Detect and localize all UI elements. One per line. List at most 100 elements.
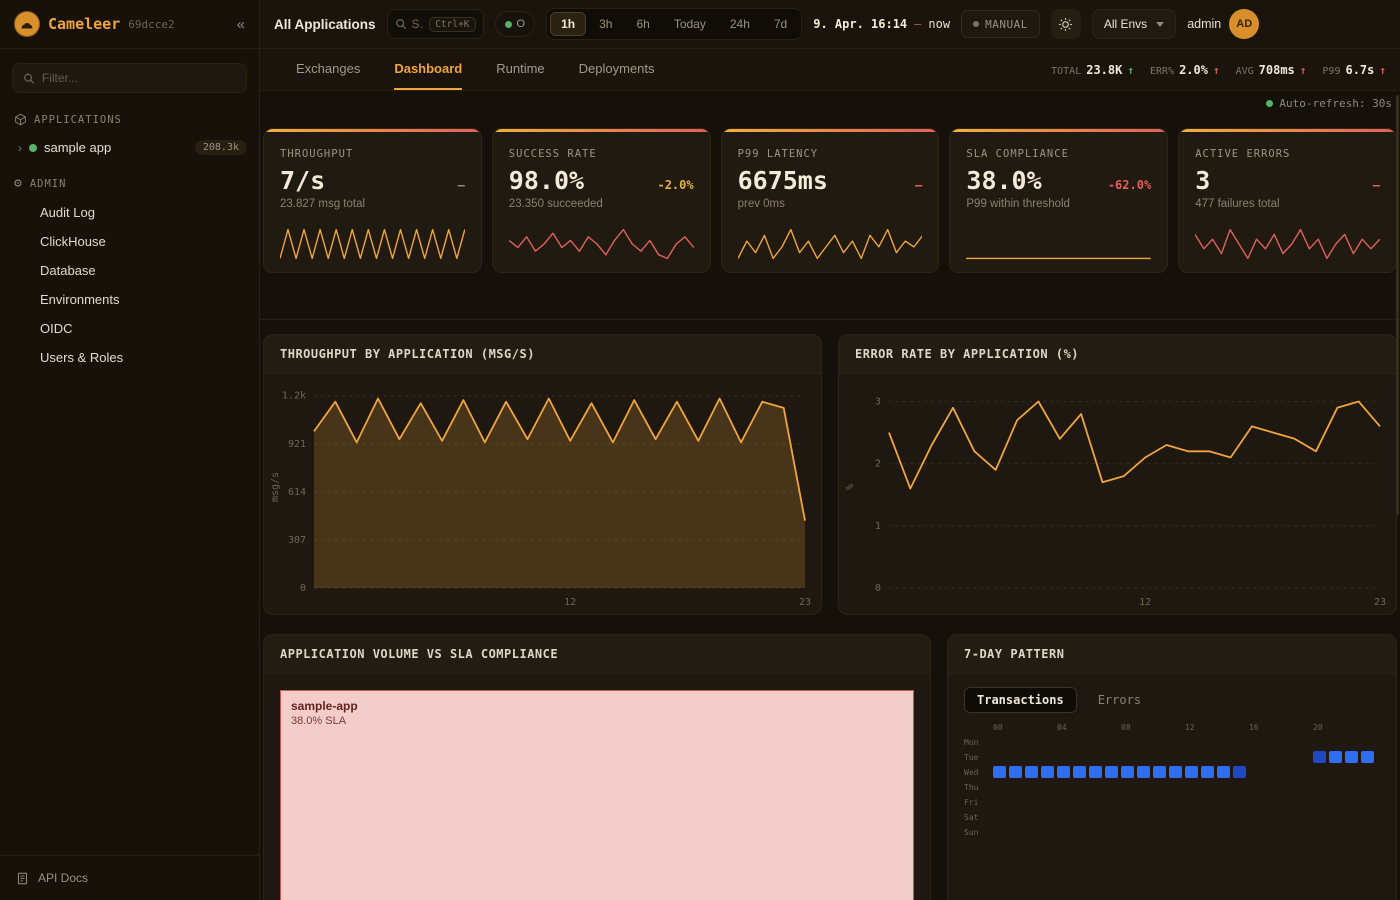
heatmap-cell[interactable] bbox=[1201, 811, 1214, 823]
heatmap-cell[interactable] bbox=[1185, 811, 1198, 823]
heatmap-cell[interactable] bbox=[1073, 781, 1086, 793]
heatmap-cell[interactable] bbox=[1057, 751, 1070, 763]
sidebar-item-database[interactable]: Database bbox=[0, 256, 259, 285]
heatmap-cell[interactable] bbox=[1201, 796, 1214, 808]
range-1h[interactable]: 1h bbox=[550, 12, 586, 36]
heatmap-cell[interactable] bbox=[1233, 811, 1246, 823]
heatmap-cell[interactable] bbox=[1121, 736, 1134, 748]
heatmap-cell[interactable] bbox=[1137, 766, 1150, 778]
tab-transactions[interactable]: Transactions bbox=[964, 687, 1077, 713]
heatmap-cell[interactable] bbox=[1089, 796, 1102, 808]
heatmap-cell[interactable] bbox=[1201, 781, 1214, 793]
heatmap-cell[interactable] bbox=[1265, 811, 1278, 823]
heatmap-cell[interactable] bbox=[1073, 811, 1086, 823]
heatmap-cell[interactable] bbox=[1249, 811, 1262, 823]
heatmap-cell[interactable] bbox=[1345, 766, 1358, 778]
range-today[interactable]: Today bbox=[663, 12, 717, 36]
heatmap-cell[interactable] bbox=[1265, 751, 1278, 763]
heatmap-cell[interactable] bbox=[1153, 811, 1166, 823]
heatmap-cell[interactable] bbox=[1073, 826, 1086, 838]
range-7d[interactable]: 7d bbox=[763, 12, 798, 36]
heatmap-cell[interactable] bbox=[1361, 781, 1374, 793]
heatmap-cell[interactable] bbox=[1009, 751, 1022, 763]
heatmap-cell[interactable] bbox=[1041, 811, 1054, 823]
heatmap-cell[interactable] bbox=[1105, 796, 1118, 808]
heatmap-cell[interactable] bbox=[1233, 781, 1246, 793]
tab-runtime[interactable]: Runtime bbox=[496, 49, 544, 90]
heatmap-cell[interactable] bbox=[1089, 811, 1102, 823]
heatmap-cell[interactable] bbox=[1217, 736, 1230, 748]
chevron-right-icon[interactable]: › bbox=[18, 141, 22, 155]
api-docs-link[interactable]: API Docs bbox=[0, 855, 259, 900]
heatmap-cell[interactable] bbox=[1089, 766, 1102, 778]
live-status-pill[interactable]: O bbox=[495, 11, 536, 37]
heatmap-cell[interactable] bbox=[1041, 766, 1054, 778]
heatmap-cell[interactable] bbox=[1297, 751, 1310, 763]
heatmap-cell[interactable] bbox=[1361, 766, 1374, 778]
heatmap-cell[interactable] bbox=[993, 736, 1006, 748]
tab-exchanges[interactable]: Exchanges bbox=[296, 49, 360, 90]
heatmap-cell[interactable] bbox=[1105, 781, 1118, 793]
heatmap-cell[interactable] bbox=[1121, 751, 1134, 763]
heatmap-cell[interactable] bbox=[1009, 781, 1022, 793]
heatmap-cell[interactable] bbox=[1233, 826, 1246, 838]
heatmap-cell[interactable] bbox=[1169, 826, 1182, 838]
heatmap-cell[interactable] bbox=[1137, 796, 1150, 808]
heatmap-cell[interactable] bbox=[1009, 826, 1022, 838]
heatmap-cell[interactable] bbox=[1137, 751, 1150, 763]
heatmap-cell[interactable] bbox=[1281, 796, 1294, 808]
heatmap-cell[interactable] bbox=[1345, 736, 1358, 748]
heatmap-cell[interactable] bbox=[1249, 751, 1262, 763]
heatmap-cell[interactable] bbox=[1121, 811, 1134, 823]
heatmap-cell[interactable] bbox=[1153, 736, 1166, 748]
heatmap-cell[interactable] bbox=[1025, 826, 1038, 838]
heatmap-cell[interactable] bbox=[1233, 796, 1246, 808]
heatmap-cell[interactable] bbox=[1233, 766, 1246, 778]
heatmap-cell[interactable] bbox=[1153, 751, 1166, 763]
heatmap-cell[interactable] bbox=[1121, 781, 1134, 793]
heatmap-cell[interactable] bbox=[1281, 781, 1294, 793]
range-3h[interactable]: 3h bbox=[588, 12, 623, 36]
heatmap-cell[interactable] bbox=[1073, 796, 1086, 808]
heatmap-cell[interactable] bbox=[1025, 751, 1038, 763]
heatmap-cell[interactable] bbox=[1329, 751, 1342, 763]
time-window-display[interactable]: 9. Apr. 16:14 — now bbox=[813, 17, 950, 31]
heatmap-cell[interactable] bbox=[1057, 736, 1070, 748]
heatmap-cell[interactable] bbox=[1313, 751, 1326, 763]
heatmap-cell[interactable] bbox=[1009, 811, 1022, 823]
heatmap-cell[interactable] bbox=[1361, 751, 1374, 763]
heatmap-cell[interactable] bbox=[1137, 736, 1150, 748]
heatmap-cell[interactable] bbox=[1313, 796, 1326, 808]
heatmap-cell[interactable] bbox=[1361, 736, 1374, 748]
heatmap-cell[interactable] bbox=[1249, 796, 1262, 808]
heatmap-cell[interactable] bbox=[1121, 826, 1134, 838]
filter-input[interactable] bbox=[42, 71, 236, 85]
heatmap-cell[interactable] bbox=[1169, 766, 1182, 778]
heatmap-cell[interactable] bbox=[1297, 766, 1310, 778]
sidebar-collapse-button[interactable]: « bbox=[237, 16, 245, 33]
heatmap-cell[interactable] bbox=[1297, 826, 1310, 838]
heatmap-cell[interactable] bbox=[1313, 781, 1326, 793]
heatmap-cell[interactable] bbox=[1009, 736, 1022, 748]
heatmap-cell[interactable] bbox=[1217, 781, 1230, 793]
heatmap-cell[interactable] bbox=[993, 826, 1006, 838]
heatmap-cell[interactable] bbox=[1281, 826, 1294, 838]
heatmap-cell[interactable] bbox=[1201, 751, 1214, 763]
heatmap-cell[interactable] bbox=[1345, 781, 1358, 793]
heatmap-cell[interactable] bbox=[1313, 736, 1326, 748]
heatmap-cell[interactable] bbox=[1329, 766, 1342, 778]
heatmap-cell[interactable] bbox=[1153, 766, 1166, 778]
heatmap-cell[interactable] bbox=[1265, 796, 1278, 808]
range-6h[interactable]: 6h bbox=[625, 12, 660, 36]
heatmap-cell[interactable] bbox=[1249, 826, 1262, 838]
sidebar-item-environments[interactable]: Environments bbox=[0, 285, 259, 314]
heatmap-cell[interactable] bbox=[1281, 766, 1294, 778]
sidebar-item-sample-app[interactable]: › sample app 208.3k bbox=[0, 134, 259, 161]
heatmap-cell[interactable] bbox=[1185, 796, 1198, 808]
heatmap-cell[interactable] bbox=[1105, 811, 1118, 823]
heatmap-cell[interactable] bbox=[1217, 796, 1230, 808]
heatmap-cell[interactable] bbox=[1169, 811, 1182, 823]
heatmap-cell[interactable] bbox=[1073, 736, 1086, 748]
env-select[interactable]: All Envs bbox=[1092, 9, 1176, 39]
sidebar-item-clickhouse[interactable]: ClickHouse bbox=[0, 227, 259, 256]
